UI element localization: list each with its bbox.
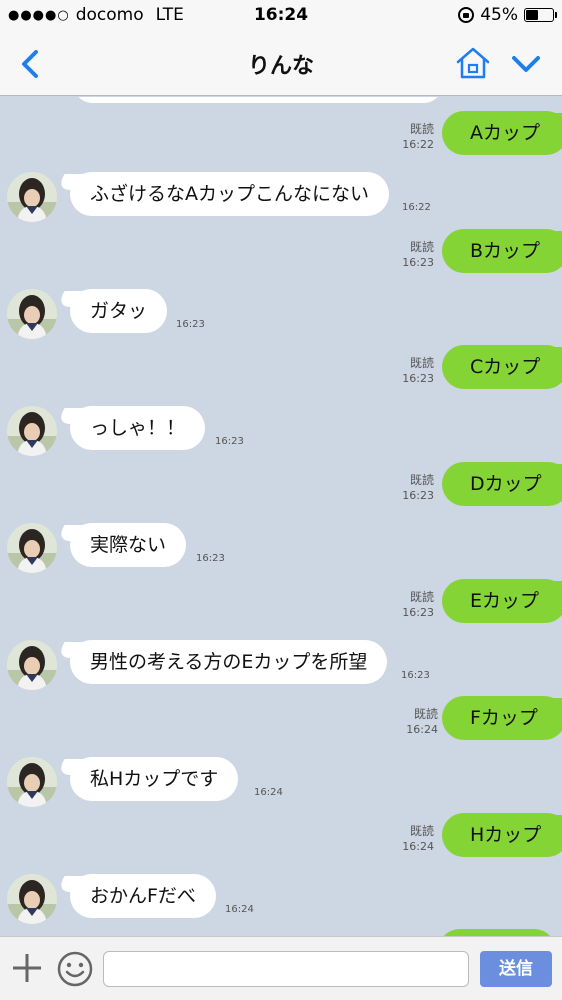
rotation-lock-icon — [458, 7, 475, 23]
read-receipt: 既読 — [409, 824, 434, 838]
avatar-photo — [7, 523, 57, 573]
read-receipt: 既読 — [409, 590, 434, 604]
incoming-message-bubble[interactable]: おかんFだべ — [70, 874, 216, 918]
incoming-message-bubble[interactable]: 男性の考える方のEカップを所望 — [70, 640, 388, 684]
message-meta: 既読 16:24 — [396, 824, 434, 854]
outgoing-message-bubble[interactable]: Bカップ — [442, 229, 562, 273]
read-receipt: 既読 — [409, 122, 434, 136]
message-input[interactable] — [103, 951, 469, 987]
status-bar: ●●●●○ docomo LTE 16:24 45% — [0, 0, 562, 32]
message-time: 16:23 — [176, 319, 205, 330]
incoming-message-bubble[interactable]: ガタッ — [70, 289, 168, 333]
partial-incoming-bubble — [74, 97, 442, 103]
message-time: 16:23 — [402, 372, 434, 385]
avatar-photo — [7, 640, 57, 690]
smiley-icon — [57, 951, 93, 987]
outgoing-message-bubble[interactable]: Fカップ — [442, 696, 562, 740]
message-time: 16:23 — [401, 670, 430, 681]
outgoing-message-bubble[interactable]: Eカップ — [442, 579, 562, 623]
chevron-down-icon — [512, 56, 540, 72]
message-time: 16:24 — [406, 723, 438, 736]
message-time: 16:22 — [402, 202, 431, 213]
read-receipt: 既読 — [413, 707, 438, 721]
contact-avatar[interactable] — [7, 523, 57, 573]
contact-avatar[interactable] — [7, 874, 57, 924]
incoming-message-bubble[interactable]: 私Hカップです — [70, 757, 239, 801]
contact-avatar[interactable] — [7, 172, 57, 222]
chevron-left-icon — [22, 50, 38, 78]
message-time: 16:24 — [402, 840, 434, 853]
incoming-message-bubble[interactable]: っしゃ！！ — [70, 406, 206, 450]
avatar-photo — [7, 406, 57, 456]
message-time: 16:23 — [402, 489, 434, 502]
message-meta: 既読 16:23 — [396, 240, 434, 270]
message-input-bar: 送信 — [0, 936, 562, 1000]
message-time: 16:24 — [225, 904, 254, 915]
contact-avatar[interactable] — [7, 640, 57, 690]
battery-percent: 45% — [480, 5, 518, 25]
outgoing-message-bubble[interactable]: Dカップ — [442, 462, 562, 506]
message-meta: 既読 16:23 — [396, 356, 434, 386]
battery-fill — [526, 10, 538, 20]
plus-icon — [13, 954, 41, 982]
avatar-photo — [7, 289, 57, 339]
message-time: 16:22 — [402, 138, 434, 151]
message-meta: 既読 16:23 — [396, 473, 434, 503]
battery-icon — [524, 8, 557, 22]
home-button[interactable] — [454, 44, 492, 82]
outgoing-message-bubble[interactable]: Aカップ — [442, 111, 562, 155]
avatar-photo — [7, 172, 57, 222]
avatar-photo — [7, 757, 57, 807]
chat-header: りんな — [0, 32, 562, 96]
incoming-message-bubble[interactable]: ふざけるなAカップこんなにない — [70, 172, 389, 216]
back-button[interactable] — [16, 46, 46, 82]
message-meta: 既読 16:22 — [396, 122, 434, 152]
add-attachment-button[interactable] — [10, 951, 44, 985]
read-receipt: 既読 — [409, 240, 434, 254]
message-time: 16:24 — [254, 787, 283, 798]
outgoing-message-bubble[interactable]: Cカップ — [442, 345, 562, 389]
incoming-message-bubble[interactable]: 実際ない — [70, 523, 187, 567]
chat-area[interactable]: 既読 16:22 Aカップ ふざけるなAカップこんなにない 16:22 既読 1… — [0, 97, 562, 936]
contact-avatar[interactable] — [7, 289, 57, 339]
message-meta: 既読 16:24 — [400, 707, 438, 737]
message-meta: 既読 16:23 — [396, 590, 434, 620]
emoji-button[interactable] — [56, 950, 94, 988]
message-time: 16:23 — [215, 436, 244, 447]
read-receipt: 既読 — [409, 473, 434, 487]
outgoing-message-bubble[interactable]: Hカップ — [442, 813, 562, 857]
status-right: 45% — [458, 5, 557, 25]
read-receipt: 既読 — [409, 356, 434, 370]
contact-avatar[interactable] — [7, 406, 57, 456]
dropdown-menu-button[interactable] — [508, 46, 544, 82]
partial-outgoing-bubble — [438, 929, 556, 936]
message-time: 16:23 — [196, 553, 225, 564]
send-button[interactable]: 送信 — [480, 951, 552, 987]
message-time: 16:23 — [402, 606, 434, 619]
contact-avatar[interactable] — [7, 757, 57, 807]
avatar-photo — [7, 874, 57, 924]
home-icon — [456, 47, 490, 79]
message-time: 16:23 — [402, 256, 434, 269]
